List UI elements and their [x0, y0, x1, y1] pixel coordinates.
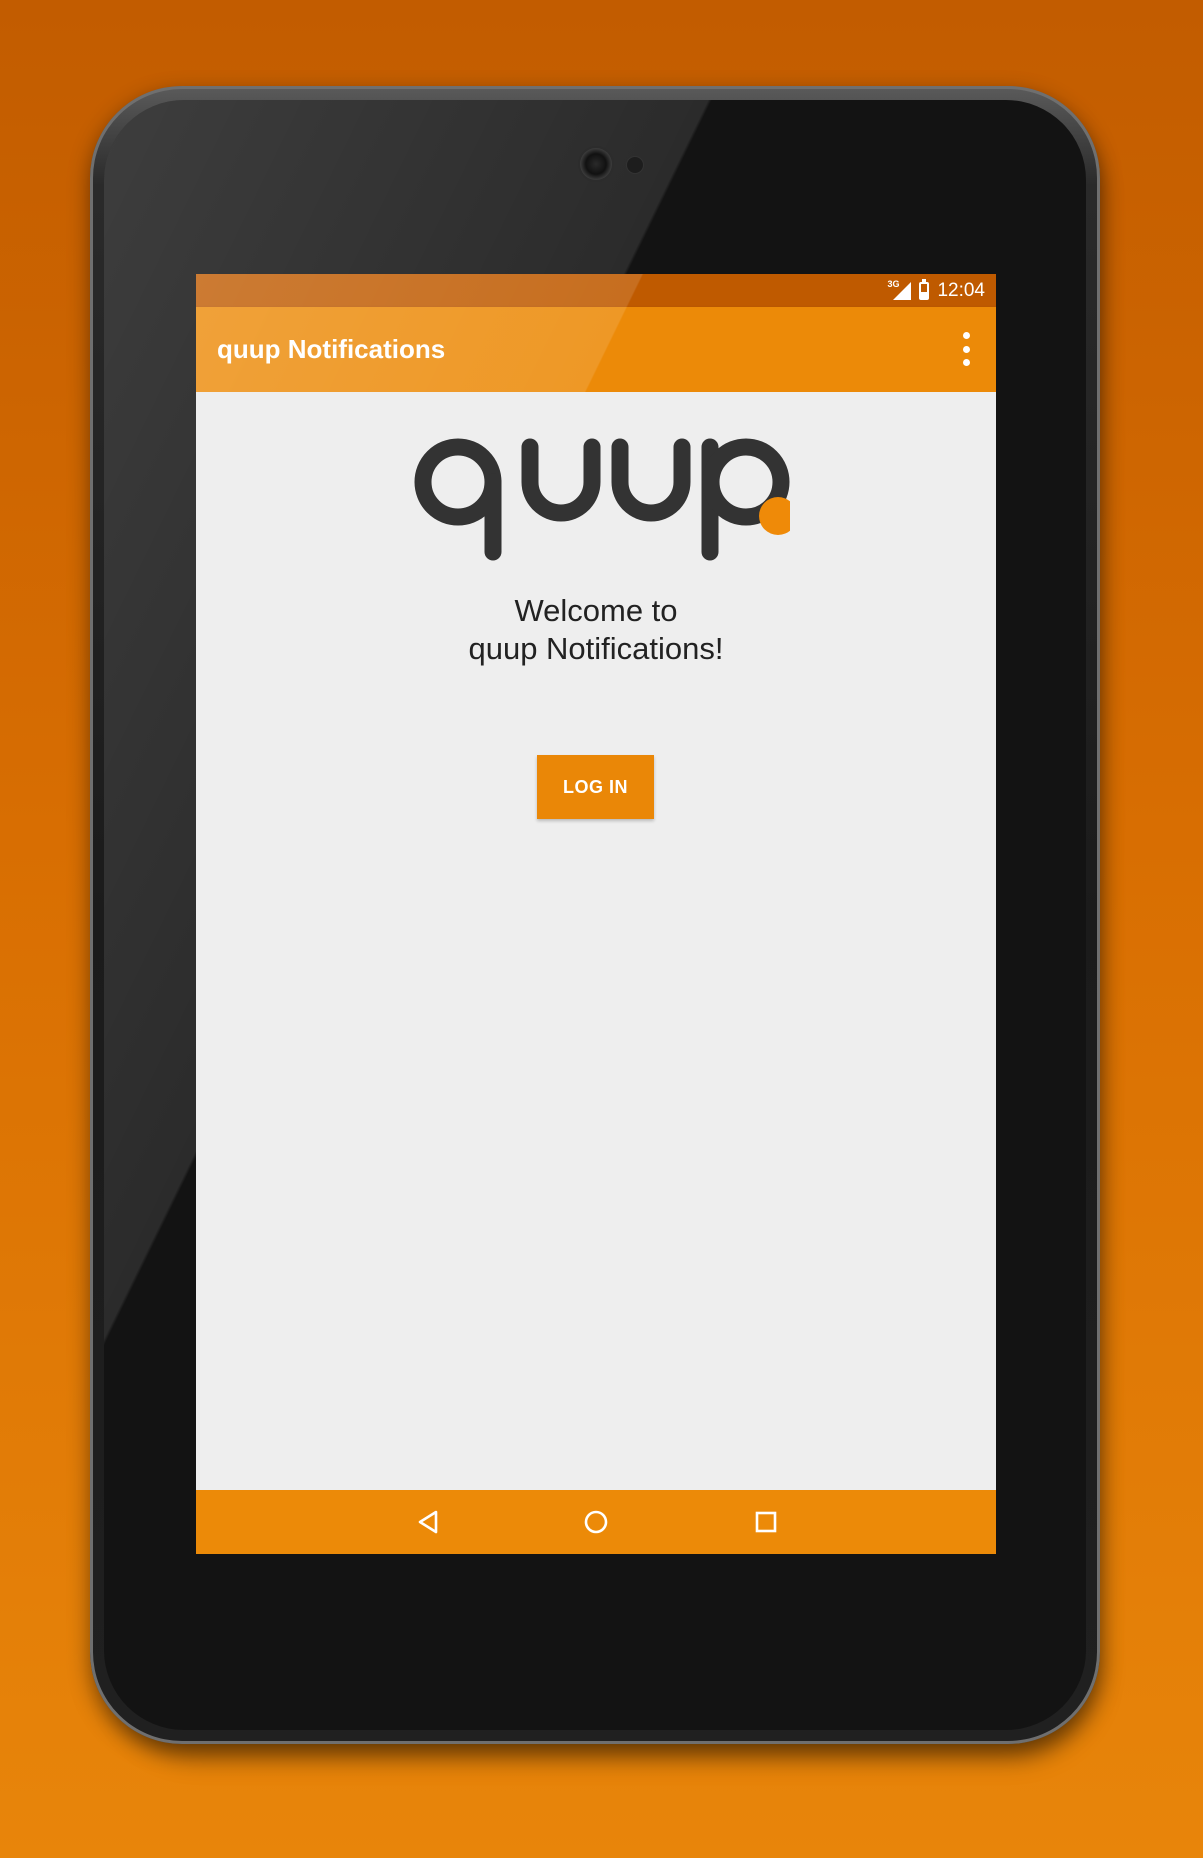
- navigation-bar: [196, 1490, 996, 1554]
- app-title: quup Notifications: [217, 334, 446, 364]
- cell-signal-icon: 3G: [887, 279, 912, 302]
- back-icon[interactable]: [410, 1504, 446, 1540]
- main-content: Welcome to quup Notifications! LOG IN: [196, 392, 996, 1490]
- status-bar: 3G 12:04: [196, 274, 996, 307]
- overflow-menu-icon[interactable]: [954, 329, 978, 369]
- welcome-line-2: quup Notifications!: [468, 631, 724, 666]
- welcome-line-1: Welcome to: [514, 593, 678, 628]
- status-icons: 3G 12:04: [887, 279, 985, 303]
- status-clock: 12:04: [937, 280, 985, 301]
- light-sensor: [627, 157, 643, 173]
- device-screen: 3G 12:04 quup Notifications Welcome to q…: [196, 274, 996, 1554]
- app-toolbar: quup Notifications: [196, 307, 996, 392]
- battery-icon: [919, 279, 930, 300]
- recents-icon[interactable]: [748, 1504, 784, 1540]
- login-button[interactable]: LOG IN: [537, 755, 654, 819]
- front-camera: [580, 148, 612, 180]
- welcome-message: Welcome to quup Notifications!: [196, 592, 996, 668]
- home-icon[interactable]: [578, 1504, 614, 1540]
- quup-logo: [414, 438, 790, 561]
